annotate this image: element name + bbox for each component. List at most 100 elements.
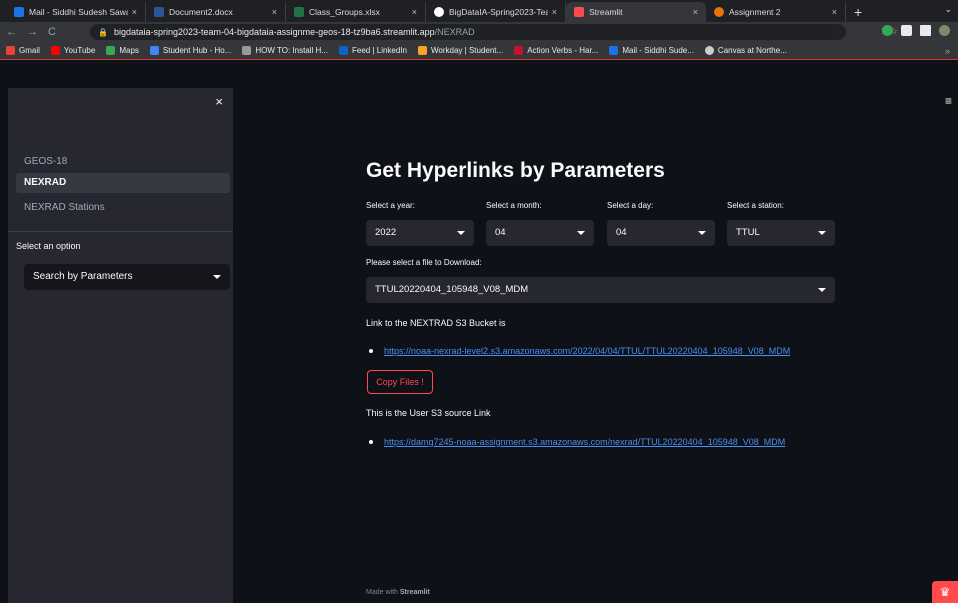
tab-title: BigDataIA-Spring2023-Tea [449, 7, 548, 17]
bookmark-label: HOW TO: Install H... [255, 46, 328, 55]
tab-search-icon[interactable]: ⌄ [944, 4, 952, 15]
day-label: Select a day: [607, 201, 654, 210]
profile-avatar[interactable] [939, 25, 950, 36]
excel-icon [294, 7, 304, 17]
close-tab-icon[interactable]: × [412, 7, 417, 17]
bookmark[interactable]: Action Verbs - Har... [514, 46, 598, 55]
month-select[interactable]: 04 [486, 220, 594, 246]
puzzle-icon[interactable] [901, 25, 912, 36]
chevron-down-icon [818, 288, 826, 292]
list-item: https://damg7245-noaa-assignment.s3.amaz… [369, 437, 785, 447]
tab-title: Document2.docx [169, 7, 233, 17]
browser-tab[interactable]: Mail - Siddhi Sudesh Sawa × [6, 2, 146, 22]
mail-icon [14, 7, 24, 17]
tab-title: Class_Groups.xlsx [309, 7, 380, 17]
chevron-down-icon [698, 231, 706, 235]
browser-tab[interactable]: BigDataIA-Spring2023-Tea × [426, 2, 566, 22]
close-tab-icon[interactable]: × [552, 7, 557, 17]
bullet [369, 349, 373, 353]
sidebar-item-nexrad[interactable]: NEXRAD [16, 173, 230, 193]
sidepanel-icon[interactable] [920, 25, 931, 36]
assignment-icon [714, 7, 724, 17]
list-item: https://noaa-nexrad-level2.s3.amazonaws.… [369, 346, 790, 356]
bookmark[interactable]: Maps [106, 46, 139, 55]
student-hub-icon [149, 46, 159, 55]
outlook-icon [609, 46, 619, 55]
url-host: bigdataia-spring2023-team-04-bigdataia-a… [113, 27, 435, 37]
year-select[interactable]: 2022 [366, 220, 474, 246]
chevron-down-icon [213, 275, 221, 279]
browser-tab[interactable]: Assignment 2 × [706, 2, 846, 22]
bookmark-label: Feed | LinkedIn [351, 46, 407, 55]
station-value: TTUL [736, 227, 760, 238]
bookmark-label: Gmail [19, 46, 40, 55]
bookmark-label: Action Verbs - Har... [527, 46, 599, 55]
chevron-down-icon [577, 231, 585, 235]
browser-tab[interactable]: Document2.docx × [146, 2, 286, 22]
back-icon[interactable]: ← [6, 26, 17, 38]
word-icon [154, 7, 164, 17]
day-value: 04 [616, 227, 627, 238]
forward-icon[interactable]: → [27, 26, 38, 38]
footer-brand-link[interactable]: Streamlit [400, 589, 430, 596]
station-label: Select a station: [727, 201, 784, 210]
year-label: Select a year: [366, 201, 415, 210]
day-select[interactable]: 04 [607, 220, 715, 246]
tab-title: Streamlit [589, 7, 623, 17]
lock-icon: 🔒 [98, 27, 108, 37]
chevron-down-icon [457, 231, 465, 235]
github-icon [434, 7, 444, 17]
file-label: Please select a file to Download: [366, 258, 482, 267]
copy-files-button[interactable]: Copy Files ! [367, 370, 433, 394]
browser-tab[interactable]: Class_Groups.xlsx × [286, 2, 426, 22]
bucket-link[interactable]: https://noaa-nexrad-level2.s3.amazonaws.… [384, 346, 790, 356]
year-value: 2022 [375, 227, 397, 238]
bookmark[interactable]: Student Hub - Ho... [149, 46, 232, 55]
url-field[interactable]: 🔒 bigdataia-spring2023-team-04-bigdataia… [90, 24, 846, 40]
bookmark-label: Maps [119, 46, 139, 55]
option-label: Select an option [16, 241, 81, 251]
sidebar-item-geos-18[interactable]: GEOS-18 [16, 152, 230, 172]
browser-tab-active[interactable]: Streamlit × [566, 2, 706, 22]
close-tab-icon[interactable]: × [132, 7, 137, 17]
footer: Made with Streamlit [366, 589, 430, 596]
bookmarks-more-icon[interactable]: » [945, 46, 950, 56]
bullet [369, 440, 373, 444]
bookmark[interactable]: HOW TO: Install H... [242, 46, 328, 55]
close-tab-icon[interactable]: × [693, 7, 698, 17]
sidebar-item-nexrad-stations[interactable]: NEXRAD Stations [16, 198, 230, 218]
bookmark[interactable]: Feed | LinkedIn [338, 46, 407, 55]
address-bar-row: ← → C 🔒 bigdataia-spring2023-team-04-big… [0, 22, 958, 42]
close-tab-icon[interactable]: × [272, 7, 277, 17]
bookmark[interactable]: YouTube [50, 46, 96, 55]
reload-icon[interactable]: C [48, 26, 56, 38]
bookmark-label: YouTube [63, 46, 96, 55]
close-sidebar-icon[interactable]: × [215, 94, 223, 109]
user-text: This is the User S3 source Link [366, 408, 491, 418]
url-path: /NEXRAD [434, 27, 475, 37]
linkedin-icon [338, 46, 348, 55]
bookmarks-bar: Gmail YouTube Maps Student Hub - Ho... H… [0, 42, 958, 60]
extension-icon[interactable] [882, 25, 893, 36]
file-select[interactable]: TTUL20220404_105948_V08_MDM [366, 277, 835, 303]
station-select[interactable]: TTUL [727, 220, 835, 246]
bookmark[interactable]: Gmail [6, 46, 40, 55]
close-tab-icon[interactable]: × [832, 7, 837, 17]
month-value: 04 [495, 227, 506, 238]
bucket-text: Link to the NEXTRAD S3 Bucket is [366, 318, 506, 328]
bookmark-label: Canvas at Northe... [717, 46, 787, 55]
bookmark[interactable]: Canvas at Northe... [704, 46, 787, 55]
footer-prefix: Made with [366, 589, 398, 596]
bookmark[interactable]: Mail - Siddhi Sude... [609, 46, 694, 55]
streamlit-crown-icon[interactable]: ♛ [932, 581, 958, 603]
month-label: Select a month: [486, 201, 542, 210]
streamlit-icon [574, 7, 584, 17]
tab-title: Mail - Siddhi Sudesh Sawa [29, 7, 128, 17]
bookmark-label: Student Hub - Ho... [162, 46, 232, 55]
gmail-icon [6, 46, 15, 55]
bookmark[interactable]: Workday | Student... [418, 46, 503, 55]
bookmark-label: Mail - Siddhi Sude... [622, 46, 694, 55]
option-select[interactable]: Search by Parameters [24, 264, 230, 290]
user-source-link[interactable]: https://damg7245-noaa-assignment.s3.amaz… [384, 437, 785, 447]
new-tab-button[interactable]: + [854, 2, 862, 22]
